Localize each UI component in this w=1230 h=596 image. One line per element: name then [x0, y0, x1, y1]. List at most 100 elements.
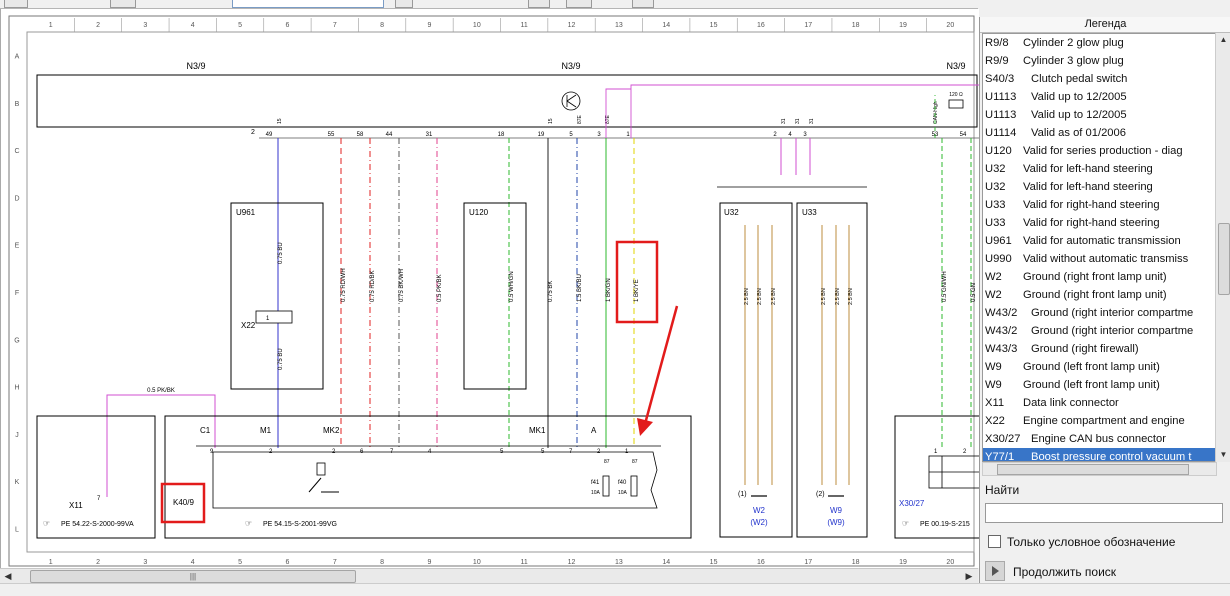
legend-vertical-scrollbar[interactable]: ▲ ▼	[1215, 33, 1230, 462]
legend-item[interactable]: U1114 Valid as of 01/2006	[983, 124, 1215, 142]
legend-item-desc: Valid for left-hand steering	[1023, 163, 1153, 175]
toolbar-button[interactable]	[528, 0, 550, 8]
bus-pin: 3	[597, 132, 601, 138]
grid-column-label: 9	[428, 559, 432, 566]
grid-row-label: C	[14, 148, 19, 155]
relay-coil-icon	[316, 462, 326, 476]
legend-item-code: W9	[985, 379, 1002, 391]
legend-item[interactable]: W43/2 Ground (right interior compartme	[983, 304, 1215, 322]
fuse-pin: 87	[632, 459, 638, 465]
grid-column-label: 18	[852, 559, 860, 566]
legend-item[interactable]: U33 Valid for right-hand steering	[983, 196, 1215, 214]
legend-item[interactable]: U961 Valid for automatic transmission	[983, 232, 1215, 250]
scroll-thumb[interactable]	[1218, 223, 1230, 295]
legend-item[interactable]: U120 Valid for series production - diag	[983, 142, 1215, 160]
bus-pin: 31	[426, 132, 433, 138]
legend-item[interactable]: W43/3 Ground (right firewall)	[983, 340, 1215, 358]
legend-item[interactable]: W9 Ground (left front lamp unit)	[983, 376, 1215, 394]
grid-column-label: 6	[285, 22, 289, 29]
legend-item[interactable]: X11 Data link connector	[983, 394, 1215, 412]
scroll-left-icon[interactable]: ◀	[1, 570, 15, 582]
grid-row-label: B	[15, 101, 20, 108]
legend-item[interactable]: W2 Ground (right front lamp unit)	[983, 268, 1215, 286]
legend-item[interactable]: Y77/1 Boost pressure control vacuum t	[983, 448, 1215, 461]
legend-list[interactable]: R9/8 Cylinder 2 glow plug R9/9 Cylinder 3 g…	[982, 33, 1216, 462]
legend-item-desc: Ground (right front lamp unit)	[1023, 271, 1167, 283]
legend-item[interactable]: X22 Engine compartment and engine	[983, 412, 1215, 430]
x22-label: X22	[241, 321, 256, 330]
box-u120	[463, 202, 527, 390]
bus-pin: 5	[569, 132, 573, 138]
bus-pin: 1	[626, 132, 630, 138]
grid-row-labels: A B C D E F G H J K L	[14, 54, 19, 534]
legend-item[interactable]: U33 Valid for right-hand steering	[983, 214, 1215, 232]
legend-item-code: W9	[985, 361, 1002, 373]
legend-item[interactable]: W2 Ground (right front lamp unit)	[983, 286, 1215, 304]
legend-item[interactable]: W9 Ground (left front lamp unit)	[983, 358, 1215, 376]
legend-horizontal-scrollbar[interactable]	[982, 462, 1217, 476]
bus-pin: 19	[538, 132, 545, 138]
symbol-only-label: Только условное обозначение	[1007, 535, 1176, 549]
legend-item[interactable]: U32 Valid for left-hand steering	[983, 178, 1215, 196]
legend-item-desc: Cylinder 3 glow plug	[1023, 55, 1124, 67]
grid-column-label: 3	[143, 22, 147, 29]
find-input[interactable]	[985, 503, 1223, 523]
legend-item-desc: Valid for right-hand steering	[1023, 217, 1160, 229]
grid-row-label: D	[14, 195, 19, 202]
bus-pin: 58	[357, 132, 364, 138]
legend-item[interactable]: R9/8 Cylinder 2 glow plug	[983, 34, 1215, 52]
diagram-horizontal-scrollbar[interactable]: ◀ ||| ▶	[0, 568, 978, 583]
grid-column-label: 20	[946, 22, 954, 29]
grid-column-label: 13	[615, 22, 623, 29]
legend-item[interactable]: X30/27 Engine CAN bus connector	[983, 430, 1215, 448]
scroll-right-icon[interactable]: ▶	[962, 570, 976, 582]
bus-pin: 4	[788, 132, 792, 138]
scroll-up-icon[interactable]: ▲	[1216, 33, 1230, 47]
legend-item-desc: Valid for automatic transmission	[1023, 235, 1181, 247]
continue-search-button[interactable]: Продолжить поиск	[985, 561, 1116, 581]
grid-column-label: 11	[521, 22, 528, 29]
symbol-only-checkbox[interactable]	[988, 535, 1001, 548]
connector-pin: 1	[934, 449, 938, 455]
x30-label: X30/27	[899, 499, 925, 508]
legend-item-desc: Clutch pedal switch	[1031, 73, 1128, 85]
legend-item-code: X30/27	[985, 433, 1021, 445]
x11-ref-icon: ☞	[43, 519, 50, 528]
toolbar-button[interactable]	[566, 0, 592, 8]
scroll-down-icon[interactable]: ▼	[1216, 448, 1230, 462]
x30-ref: PE 00.19-S-215	[920, 521, 970, 528]
legend-item-code: W2	[985, 271, 1002, 283]
grid-column-label: 11	[521, 559, 528, 566]
x30-ref-icon: ☞	[902, 519, 909, 528]
fuse-f40-icon	[630, 475, 638, 497]
toolbar-button[interactable]	[632, 0, 654, 8]
annotation-arrow	[643, 305, 679, 425]
grid-row-label: E	[15, 243, 20, 250]
legend-item-desc: Ground (left front lamp unit)	[1023, 379, 1160, 391]
scroll-thumb[interactable]: |||	[30, 570, 356, 583]
legend-item[interactable]: R9/9 Cylinder 3 glow plug	[983, 52, 1215, 70]
fuse-label: f41	[591, 480, 600, 486]
grid-column-label: 2	[96, 559, 100, 566]
legend-item[interactable]: U990 Valid without automatic transmiss	[983, 250, 1215, 268]
toolbar-search-field[interactable]	[232, 0, 384, 8]
scroll-thumb[interactable]	[997, 464, 1189, 475]
w2-label: W2	[753, 506, 766, 515]
resistor-label: 120 Ω	[949, 92, 963, 98]
legend-item[interactable]: U1113 Valid up to 12/2005	[983, 88, 1215, 106]
legend-item[interactable]: S40/3 Clutch pedal switch	[983, 70, 1215, 88]
symbol-only-checkbox-row[interactable]: Только условное обозначение	[988, 535, 1175, 549]
wiring-diagram-viewport[interactable]: 1 1 2 2 3 3 4 4 5 5 6 6 7 7 8 8 9 9 10 10 11 11 12 12 13 13 14 14 15…	[0, 9, 979, 568]
legend-item[interactable]: W43/2 Ground (right interior compartme	[983, 322, 1215, 340]
legend-panel: Легенда R9/8 Cylinder 2 glow plug R9/9 Cyli…	[979, 17, 1230, 583]
wire-label: 0.5 PK/BK	[437, 274, 443, 302]
legend-item[interactable]: U1113 Valid up to 12/2005	[983, 106, 1215, 124]
toolbar-button[interactable]	[110, 0, 136, 8]
legend-item-desc: Ground (right front lamp unit)	[1023, 289, 1167, 301]
grid-column-label: 12	[568, 22, 576, 29]
toolbar-button[interactable]	[4, 0, 28, 8]
grid-row-label: F	[15, 290, 19, 297]
legend-item-code: S40/3	[985, 73, 1015, 85]
legend-item[interactable]: U32 Valid for left-hand steering	[983, 160, 1215, 178]
toolbar-button[interactable]	[395, 0, 413, 8]
